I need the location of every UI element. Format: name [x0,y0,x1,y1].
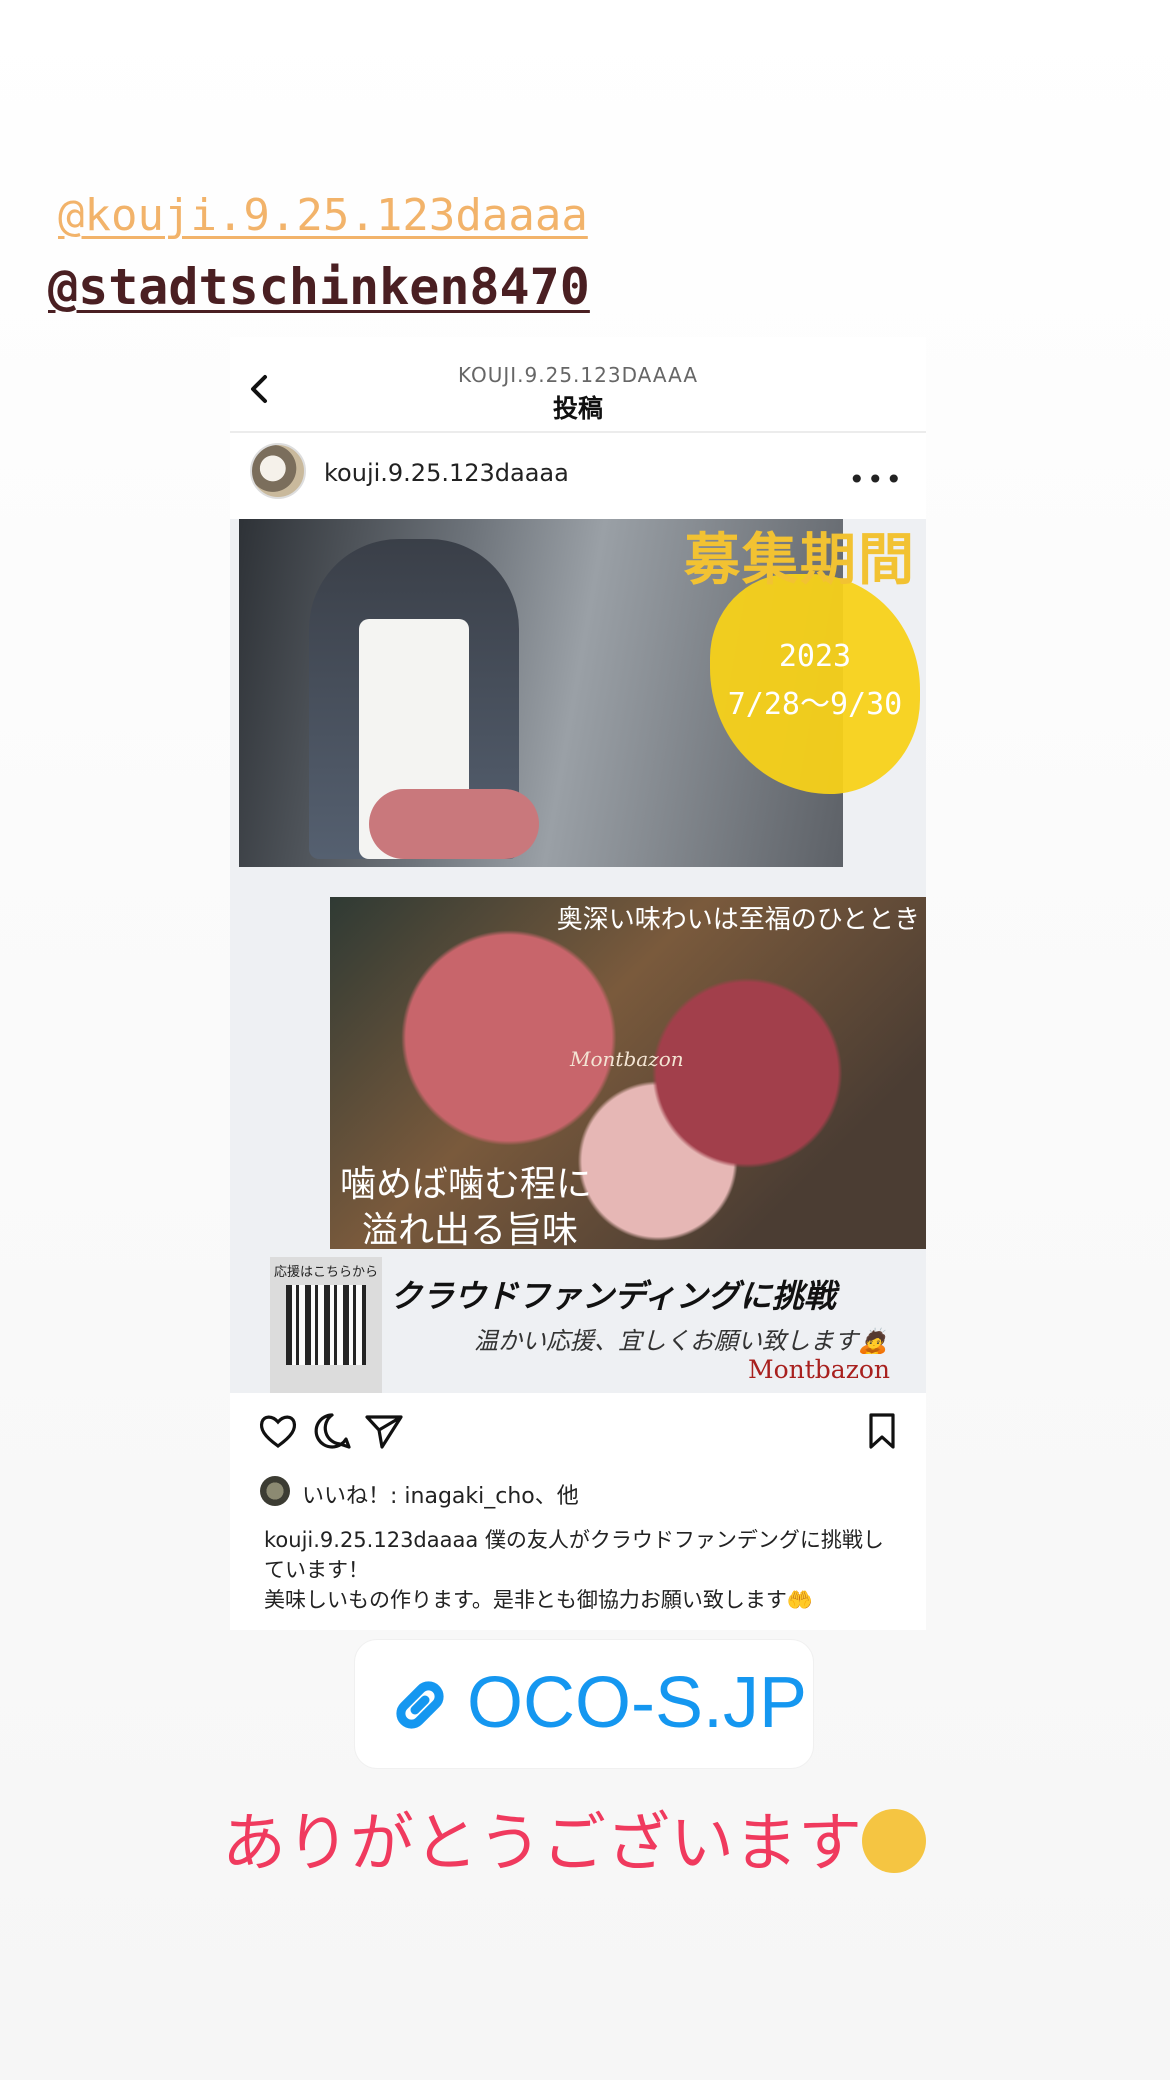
mention-stadtschinken[interactable]: @stadtschinken8470 [48,258,590,316]
post-header: kouji.9.25.123daaaa ••• [230,433,926,513]
paper-plane-icon[interactable] [362,1409,406,1453]
period-title: 募集期間 [684,528,916,593]
poster-username[interactable]: kouji.9.25.123daaaa [324,459,569,487]
mention-kouji[interactable]: @kouji.9.25.123daaaa [58,190,588,241]
charcuterie-photo: 奥深い味わいは至福のひととき Montbazon 噛めば噛む程に 溢れ出る旨味 [330,897,926,1251]
post-image[interactable]: 募集期間 2023 7/28〜9/30 奥深い味わいは至福のひととき Montb… [230,519,926,1393]
shared-post-card[interactable]: KOUJI.9.25.123DAAAA 投稿 kouji.9.25.123daa… [230,337,926,1630]
qr-block: 応援はこちらから [270,1257,382,1393]
comment-icon[interactable] [310,1409,354,1453]
photo-tagline: 奥深い味わいは至福のひととき [556,905,920,935]
thanks-text-row: ありがとうございます [222,1792,926,1884]
caption-text-2: 美味しいもの作ります。是非とも御協力お願い致します🤲 [264,1588,814,1612]
period-range: 7/28〜9/30 [727,687,903,722]
caption-username[interactable]: kouji.9.25.123daaaa [264,1528,478,1552]
more-options-icon[interactable]: ••• [848,463,904,496]
likes-row[interactable]: いいね！: inagaki_cho、他 [260,1474,900,1510]
recruitment-badge: 募集期間 2023 7/28〜9/30 [660,519,926,809]
liker-avatar [260,1476,290,1506]
photo-copy-line1: 噛めば噛む程に [340,1164,593,1205]
thanks-text: ありがとうございます [222,1807,862,1881]
link-text[interactable]: OCO-S.JP [467,1662,807,1744]
post-caption: kouji.9.25.123daaaa 僕の友人がクラウドファンデングに挑戦して… [264,1525,894,1615]
likes-text[interactable]: いいね！: inagaki_cho、他 [302,1478,579,1510]
topbar-username: KOUJI.9.25.123DAAAA [457,363,699,387]
link-icon [396,1681,444,1729]
qr-label: 応援はこちらから [274,1265,379,1280]
photo-copy-line2: 溢れ出る旨味 [362,1210,579,1251]
post-actions [230,1399,926,1459]
avatar[interactable] [250,443,306,499]
brand-name: Montbazon [748,1355,891,1384]
meat-block [369,789,539,859]
post-topbar: KOUJI.9.25.123DAAAA 投稿 [230,337,926,433]
crowdfunding-subtitle: 温かい応援、宜しくお願い致します🙇 [474,1327,888,1355]
winking-face-icon [862,1808,926,1873]
heart-icon[interactable] [256,1409,300,1453]
photo-brand-mark: Montbazon [570,1047,684,1071]
period-year: 2023 [778,639,852,674]
topbar-title: 投稿 [552,394,603,423]
qr-code-icon [286,1285,366,1365]
bookmark-icon[interactable] [860,1409,904,1453]
crowdfunding-title: クラウドファンディングに挑戦 [390,1277,836,1315]
link-sticker[interactable]: OCO-S.JP [355,1640,813,1768]
